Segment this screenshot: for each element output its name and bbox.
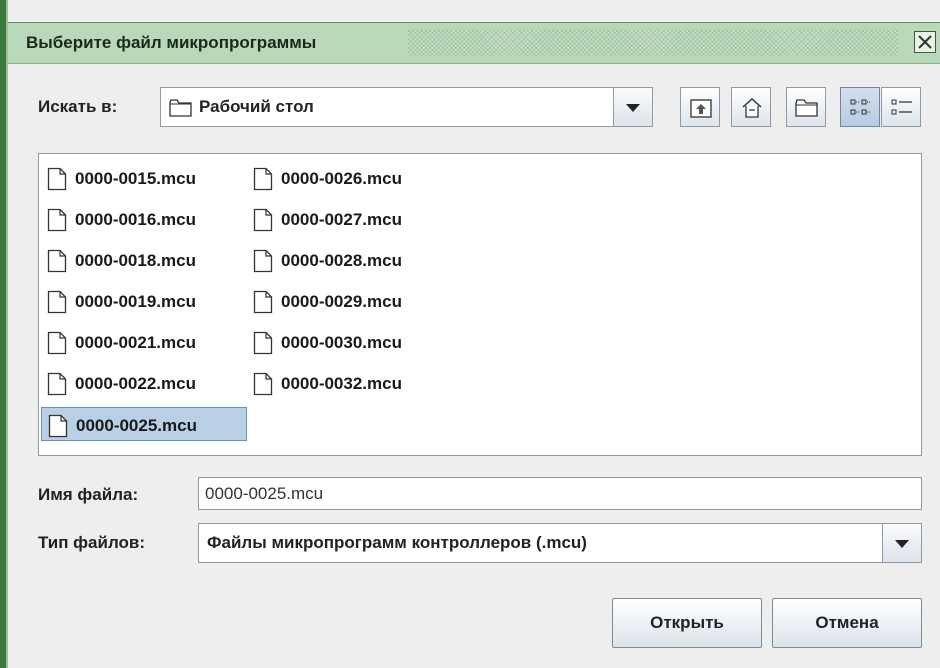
file-icon <box>253 167 273 196</box>
look-in-combo[interactable]: Рабочий стол <box>160 87 653 127</box>
file-item[interactable]: 0000-0015.mcu <box>41 161 247 195</box>
file-name: 0000-0018.mcu <box>75 251 196 270</box>
file-icon <box>47 208 67 237</box>
file-icon <box>253 208 273 237</box>
details-view-button[interactable] <box>881 87 921 127</box>
file-icon <box>253 290 273 319</box>
home-icon <box>742 97 762 118</box>
file-item[interactable]: 0000-0032.mcu <box>247 366 457 400</box>
look-in-label: Искать в: <box>38 97 118 116</box>
title-bar[interactable]: Выберите файл микропрограммы <box>8 22 940 64</box>
file-name: 0000-0019.mcu <box>75 292 196 311</box>
file-icon <box>253 249 273 278</box>
dialog-title: Выберите файл микропрограммы <box>26 33 317 52</box>
file-name: 0000-0016.mcu <box>75 210 196 229</box>
up-folder-button[interactable] <box>680 87 720 127</box>
file-item[interactable]: 0000-0027.mcu <box>247 202 457 236</box>
list-view-button[interactable] <box>840 87 880 127</box>
file-name-input[interactable] <box>198 477 922 510</box>
look-in-value: Рабочий стол <box>199 97 314 116</box>
file-icon <box>47 372 67 401</box>
file-name: 0000-0032.mcu <box>281 374 402 393</box>
open-button[interactable]: Открыть <box>612 598 762 648</box>
file-icon <box>47 331 67 360</box>
file-name-label: Имя файла: <box>38 485 139 504</box>
folder-icon <box>169 98 193 123</box>
chevron-down-icon[interactable] <box>882 524 921 562</box>
file-item[interactable]: 0000-0029.mcu <box>247 284 457 318</box>
chevron-down-icon[interactable] <box>613 88 652 126</box>
file-name: 0000-0021.mcu <box>75 333 196 352</box>
details-view-icon <box>891 99 912 115</box>
home-button[interactable] <box>731 87 771 127</box>
file-name: 0000-0015.mcu <box>75 169 196 188</box>
file-type-label: Тип файлов: <box>38 533 146 552</box>
file-item[interactable]: 0000-0016.mcu <box>41 202 247 236</box>
list-view-icon <box>850 99 871 115</box>
file-item[interactable]: 0000-0026.mcu <box>247 161 457 195</box>
file-list[interactable]: 0000-0015.mcu 0000-0016.mcu 0000-0018.mcu 0… <box>38 153 922 456</box>
file-icon <box>47 249 67 278</box>
file-name: 0000-0026.mcu <box>281 169 402 188</box>
file-icon <box>47 167 67 196</box>
new-folder-icon <box>795 99 818 117</box>
title-bar-grip <box>408 29 898 56</box>
file-name: 0000-0022.mcu <box>75 374 196 393</box>
file-type-combo[interactable]: Файлы микропрограмм контроллеров (.mcu) <box>198 523 922 563</box>
file-icon <box>253 372 273 401</box>
file-item[interactable]: 0000-0019.mcu <box>41 284 247 318</box>
file-type-value: Файлы микропрограмм контроллеров (.mcu) <box>207 533 587 552</box>
file-item[interactable]: 0000-0030.mcu <box>247 325 457 359</box>
file-icon <box>48 414 68 443</box>
file-name: 0000-0030.mcu <box>281 333 402 352</box>
file-item[interactable]: 0000-0025.mcu <box>41 407 247 441</box>
file-chooser-dialog: Выберите файл микропрограммы Искать в: Р… <box>0 0 940 668</box>
file-item[interactable]: 0000-0022.mcu <box>41 366 247 400</box>
file-item[interactable]: 0000-0018.mcu <box>41 243 247 277</box>
window-edge-highlight <box>6 0 8 668</box>
up-folder-icon <box>690 99 712 118</box>
close-icon[interactable] <box>914 31 936 53</box>
file-item[interactable]: 0000-0021.mcu <box>41 325 247 359</box>
file-name: 0000-0028.mcu <box>281 251 402 270</box>
file-name: 0000-0029.mcu <box>281 292 402 311</box>
cancel-button[interactable]: Отмена <box>772 598 922 648</box>
file-item[interactable]: 0000-0028.mcu <box>247 243 457 277</box>
file-icon <box>47 290 67 319</box>
file-name: 0000-0027.mcu <box>281 210 402 229</box>
file-name: 0000-0025.mcu <box>76 416 197 435</box>
new-folder-button[interactable] <box>786 87 826 127</box>
file-icon <box>253 331 273 360</box>
